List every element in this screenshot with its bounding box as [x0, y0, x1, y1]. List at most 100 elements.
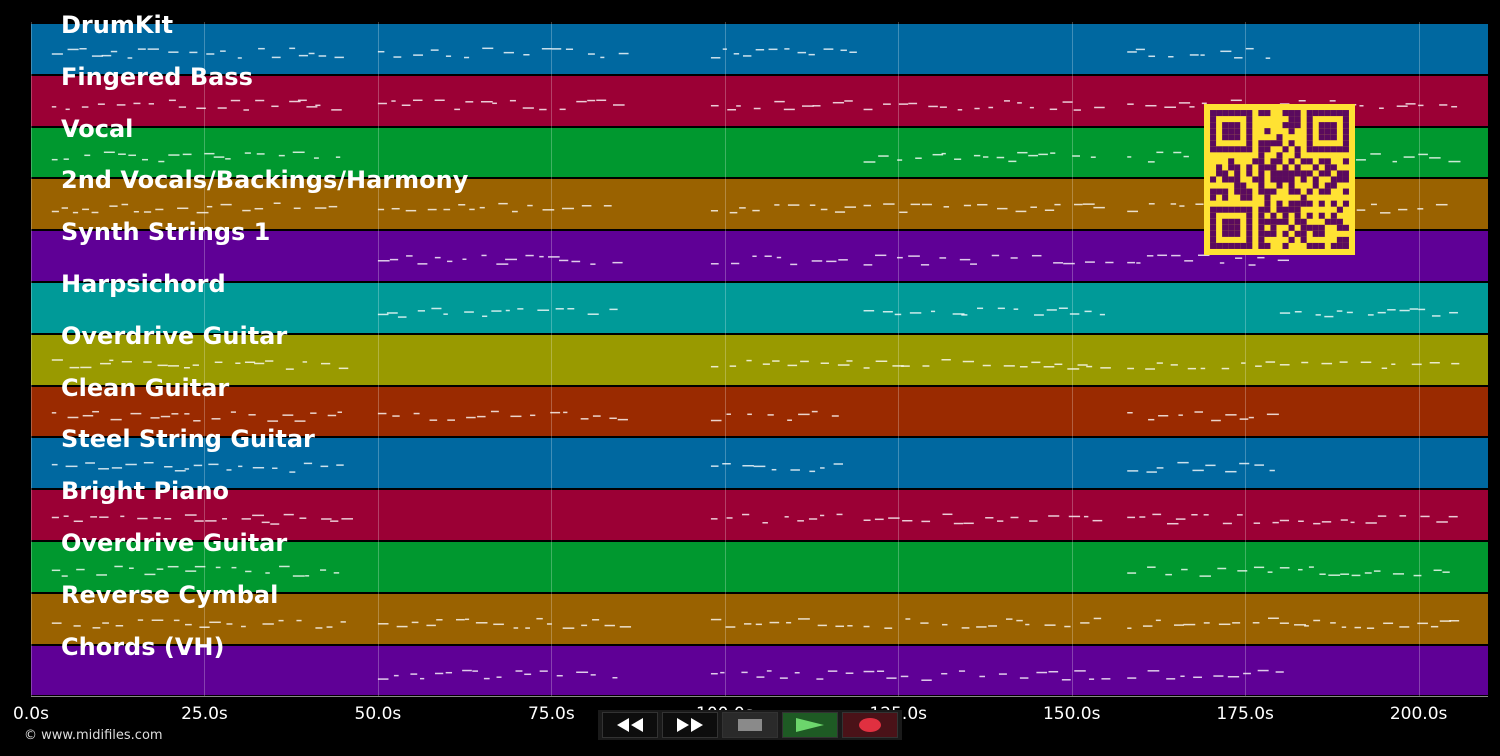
note-mark — [490, 410, 499, 412]
note-mark — [1156, 151, 1164, 153]
note-mark — [875, 360, 888, 362]
note-mark — [1339, 361, 1348, 363]
track-lane[interactable]: Steel String Guitar — [31, 425, 1488, 489]
note-mark — [157, 364, 168, 366]
note-mark — [258, 47, 265, 50]
record-button[interactable] — [842, 712, 898, 738]
track-name: Harpsichord — [61, 270, 226, 298]
note-mark — [847, 624, 853, 627]
note-mark — [177, 207, 189, 210]
note-mark — [137, 619, 144, 621]
note-mark — [63, 515, 69, 518]
note-mark — [863, 108, 873, 111]
note-mark — [121, 204, 129, 206]
note-mark — [1171, 255, 1181, 257]
note-mark — [541, 48, 552, 50]
note-mark — [393, 674, 399, 676]
note-mark — [194, 520, 204, 522]
note-mark — [590, 673, 596, 676]
note-mark — [941, 358, 951, 361]
note-mark — [537, 309, 550, 311]
note-mark — [1451, 362, 1460, 365]
play-button[interactable] — [782, 712, 838, 738]
note-mark — [143, 211, 152, 214]
note-mark — [1321, 521, 1332, 523]
note-mark — [496, 263, 509, 266]
note-mark — [1058, 307, 1068, 309]
fast-forward-button[interactable] — [662, 712, 718, 738]
note-mark — [252, 514, 264, 517]
note-mark — [997, 520, 1004, 523]
note-mark — [1073, 109, 1081, 111]
note-mark — [1234, 57, 1243, 59]
note-mark — [1105, 261, 1114, 264]
track-lane[interactable]: Reverse Cymbal — [31, 581, 1488, 644]
note-mark — [1279, 567, 1290, 569]
note-mark — [1418, 308, 1426, 311]
note-mark — [67, 416, 79, 418]
note-mark — [539, 256, 544, 258]
rewind-button[interactable] — [602, 712, 658, 738]
note-mark — [726, 517, 733, 519]
note-mark — [244, 151, 251, 154]
note-mark — [1381, 367, 1388, 369]
note-mark — [961, 626, 970, 629]
note-mark — [1315, 314, 1321, 316]
note-mark — [1429, 156, 1441, 159]
time-tick-label: 200.0s — [1389, 704, 1448, 724]
note-mark — [242, 210, 251, 212]
note-mark — [985, 517, 994, 519]
note-mark — [137, 48, 146, 50]
note-mark — [1028, 154, 1038, 156]
note-mark — [942, 513, 953, 516]
note-mark — [341, 518, 354, 520]
note-mark — [120, 515, 125, 518]
track-lane[interactable]: Chords (VH) — [31, 633, 1488, 696]
note-mark — [168, 99, 176, 101]
note-mark — [863, 367, 870, 369]
note-mark — [1442, 571, 1450, 573]
note-mark — [900, 675, 909, 677]
note-mark — [1370, 204, 1377, 206]
note-mark — [99, 516, 109, 519]
note-mark — [710, 672, 718, 675]
note-mark — [206, 206, 213, 208]
note-mark — [220, 50, 226, 52]
note-mark — [330, 520, 339, 523]
note-mark — [1127, 676, 1137, 679]
note-mark — [563, 411, 568, 413]
note-mark — [1166, 523, 1179, 525]
note-mark — [436, 618, 443, 621]
note-mark — [503, 51, 514, 54]
track-lane[interactable]: Overdrive Guitar — [31, 322, 1488, 385]
note-mark — [1148, 203, 1155, 205]
note-mark — [1157, 254, 1168, 257]
note-mark — [849, 51, 857, 53]
note-mark — [213, 155, 225, 158]
rewind-icon — [617, 718, 643, 732]
note-mark — [1173, 151, 1182, 153]
note-mark — [51, 411, 57, 414]
note-mark — [447, 260, 453, 263]
note-mark — [744, 622, 752, 625]
note-mark — [771, 469, 777, 471]
note-mark — [831, 414, 839, 417]
note-mark — [184, 468, 190, 471]
note-mark — [784, 516, 789, 518]
note-mark — [530, 414, 536, 416]
note-mark — [1010, 516, 1019, 519]
note-mark — [1010, 257, 1018, 259]
note-mark — [1449, 311, 1458, 314]
note-mark — [1191, 514, 1198, 516]
note-mark — [417, 263, 428, 265]
note-mark — [774, 204, 780, 207]
note-mark — [1054, 204, 1061, 206]
note-mark — [492, 102, 497, 104]
note-mark — [1279, 363, 1290, 366]
note-mark — [462, 669, 472, 671]
note-mark — [1099, 313, 1105, 316]
note-mark — [61, 575, 68, 577]
stop-button[interactable] — [722, 712, 778, 738]
note-mark — [273, 202, 281, 205]
note-mark — [720, 671, 725, 673]
